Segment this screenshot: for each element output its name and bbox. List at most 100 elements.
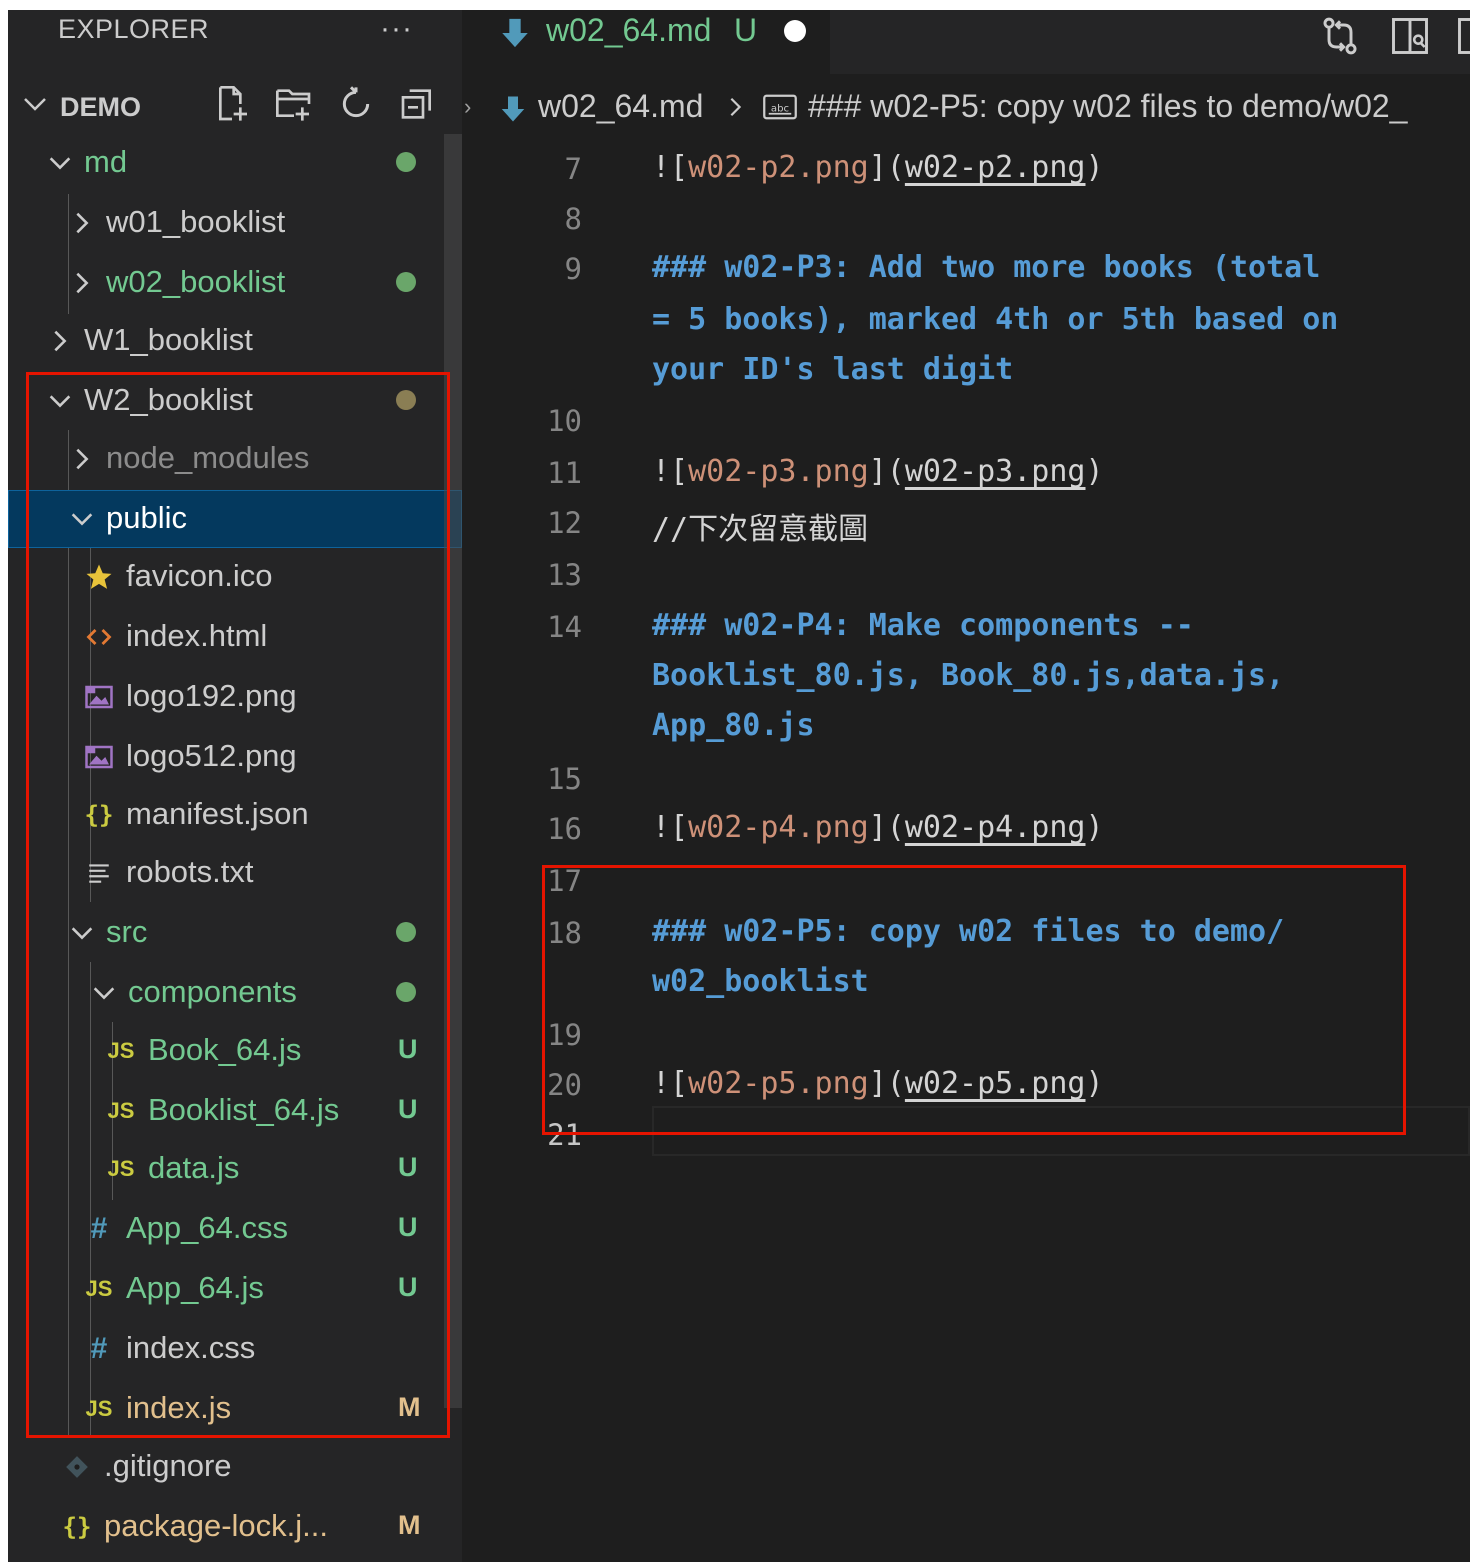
- tree-item-label: w01_booklist: [106, 204, 286, 239]
- breadcrumb-heading[interactable]: ### w02-P5: copy w02 files to demo/w02_: [808, 88, 1407, 125]
- tree-file-book-64-js[interactable]: JS Book_64.js U: [8, 1022, 442, 1080]
- compare-changes-icon[interactable]: [1318, 14, 1362, 58]
- changes-dot-icon: [396, 272, 416, 292]
- link-bracket: ](: [868, 150, 905, 185]
- code-line-heading: ### w02-P3: Add two more books (total: [652, 250, 1321, 285]
- changes-dot-icon: [396, 982, 416, 1002]
- code-line-heading: ### w02-P4: Make components --: [652, 608, 1194, 643]
- new-folder-icon[interactable]: [274, 84, 314, 124]
- link-text: w02-p4.png: [688, 810, 869, 845]
- tree-file-logo512-png[interactable]: logo512.png: [8, 728, 442, 786]
- tree-item-label: App_64.css: [126, 1210, 288, 1245]
- new-file-icon[interactable]: [212, 84, 252, 124]
- git-status-badge: U: [398, 1212, 418, 1242]
- sidebar-scrollbar[interactable]: [444, 134, 462, 1408]
- line-number: 10: [547, 404, 582, 438]
- chevron-down-icon: [71, 513, 93, 526]
- explorer-header: EXPLORER ···: [8, 10, 462, 70]
- code-line-image-link: ![w02-p2.png](w02-p2.png): [652, 150, 1104, 185]
- tree-file-booklist-64-js[interactable]: JS Booklist_64.js U: [8, 1082, 442, 1140]
- code-line-image-link: ![w02-p4.png](w02-p4.png): [652, 810, 1104, 845]
- tree-item-label: data.js: [148, 1150, 240, 1185]
- tree-folder-w01-booklist[interactable]: w01_booklist: [8, 194, 442, 252]
- tree-file-gitignore[interactable]: .gitignore: [8, 1438, 442, 1496]
- collapse-all-icon[interactable]: [398, 84, 438, 124]
- tree-folder-public[interactable]: public: [8, 490, 462, 548]
- tree-item-label: W1_booklist: [84, 322, 253, 357]
- link-bracket: ): [1085, 150, 1104, 185]
- line-number: 11: [547, 456, 582, 490]
- chevron-right-icon: [76, 272, 89, 294]
- line-number: 21: [547, 1118, 582, 1152]
- tree-item-label: index.js: [126, 1390, 232, 1425]
- tree-item-label: logo192.png: [126, 678, 297, 713]
- current-line-highlight: [652, 1106, 1470, 1156]
- editor-area: w02_64.md U › w02_64.md abc ### w02-P5: …: [462, 10, 1470, 1562]
- tree-item-label: md: [84, 144, 128, 179]
- tree-file-index-css[interactable]: # index.css: [8, 1320, 442, 1378]
- line-number: 8: [564, 202, 582, 236]
- tree-folder-md[interactable]: md: [8, 134, 442, 192]
- breadcrumb-file[interactable]: w02_64.md: [538, 88, 703, 125]
- code-line-heading: = 5 books), marked 4th or 5th based on: [652, 302, 1339, 337]
- chevron-down-icon: [71, 927, 93, 940]
- breadcrumb: › w02_64.md abc ### w02-P5: copy w02 fil…: [462, 80, 1470, 132]
- git-status-badge: U: [398, 1094, 418, 1124]
- link-url: w02-p5.png: [904, 1066, 1086, 1101]
- javascript-icon: JS: [107, 1098, 135, 1123]
- changes-dot-icon: [396, 922, 416, 942]
- tree-folder-w1-booklist[interactable]: W1_booklist: [8, 312, 442, 370]
- refresh-icon[interactable]: [336, 84, 376, 124]
- json-icon: {}: [84, 801, 114, 829]
- open-preview-icon[interactable]: [1388, 14, 1432, 58]
- line-number: 9: [564, 252, 582, 286]
- image-icon: [82, 680, 116, 714]
- explorer-title: EXPLORER: [58, 14, 210, 44]
- tree-item-label: node_modules: [106, 440, 310, 475]
- tree-item-label: components: [128, 974, 297, 1009]
- tree-file-logo192-png[interactable]: logo192.png: [8, 668, 442, 726]
- tree-folder-w02-booklist[interactable]: w02_booklist: [8, 254, 442, 312]
- link-bracket: ](: [868, 810, 905, 845]
- string-symbol-icon: abc: [763, 94, 797, 120]
- tree-file-app-64-js[interactable]: JS App_64.js U: [8, 1260, 442, 1318]
- tree-item-label: package-lock.j...: [104, 1508, 328, 1543]
- link-text: w02-p5.png: [688, 1066, 869, 1101]
- tree-file-index-js[interactable]: JS index.js M: [8, 1380, 442, 1438]
- javascript-icon: JS: [107, 1038, 135, 1063]
- tree-file-app-64-css[interactable]: # App_64.css U: [8, 1200, 442, 1258]
- css-hash-icon: #: [90, 1212, 108, 1245]
- tree-file-favicon-ico[interactable]: favicon.ico: [8, 548, 442, 606]
- chevron-down-icon: [49, 157, 71, 170]
- code-line-image-link: ![w02-p3.png](w02-p3.png): [652, 454, 1104, 489]
- css-hash-icon: #: [90, 1332, 108, 1365]
- chevron-down-icon: [24, 98, 46, 111]
- chevron-right-icon: [730, 97, 742, 117]
- explorer-sidebar: EXPLORER ··· DEMO md w01_booklist w02_book…: [8, 10, 462, 1562]
- tree-folder-node-modules[interactable]: node_modules: [8, 430, 442, 488]
- more-actions-button[interactable]: ···: [380, 12, 413, 46]
- tab-bar: w02_64.md U: [462, 10, 1470, 74]
- tree-folder-w2-booklist[interactable]: W2_booklist: [8, 372, 442, 430]
- link-text: w02-p2.png: [688, 150, 869, 185]
- tree-file-index-html[interactable]: index.html: [8, 608, 442, 666]
- tree-item-label: Booklist_64.js: [148, 1092, 340, 1127]
- line-number: 19: [547, 1018, 582, 1052]
- vscode-window: EXPLORER ··· DEMO md w01_booklist w02_book…: [8, 10, 1470, 1562]
- split-editor-icon[interactable]: [1454, 14, 1470, 58]
- link-url: w02-p2.png: [904, 150, 1086, 185]
- tree-file-manifest-json[interactable]: {} manifest.json: [8, 786, 442, 844]
- javascript-icon: JS: [85, 1276, 113, 1301]
- workspace-header[interactable]: DEMO: [8, 80, 462, 132]
- tab-w02-64-md[interactable]: w02_64.md U: [462, 10, 830, 74]
- line-number: 20: [547, 1068, 582, 1102]
- unsaved-dot-icon[interactable]: [784, 20, 806, 42]
- line-number: 7: [564, 152, 582, 186]
- tree-file-robots-txt[interactable]: robots.txt: [8, 844, 442, 902]
- tree-folder-src[interactable]: src: [8, 904, 442, 962]
- tree-file-data-js[interactable]: JS data.js U: [8, 1140, 442, 1198]
- tree-folder-components[interactable]: components: [8, 964, 442, 1022]
- tree-item-label: favicon.ico: [126, 558, 273, 593]
- explorer-actions: [212, 84, 438, 128]
- tree-file-package-lock-j[interactable]: {} package-lock.j... M: [8, 1498, 442, 1556]
